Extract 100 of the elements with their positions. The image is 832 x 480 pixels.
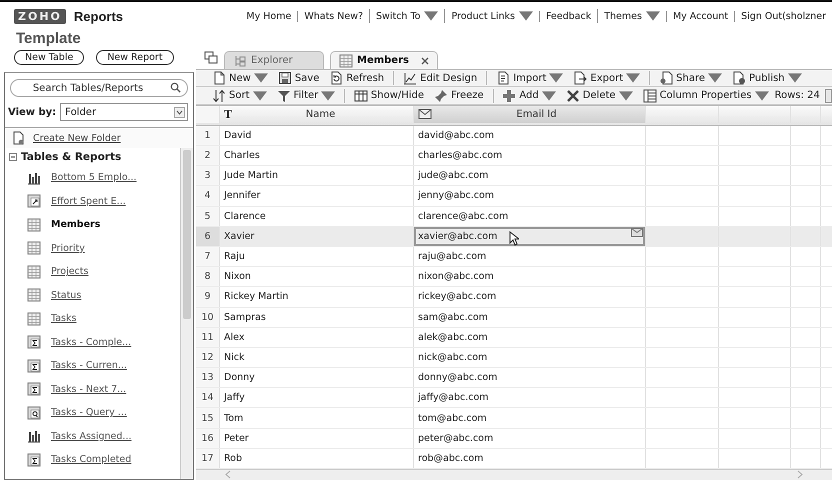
- row-number: 17: [196, 448, 220, 468]
- nav-link[interactable]: My Home: [240, 10, 298, 22]
- nav-link[interactable]: Product Links: [444, 9, 539, 23]
- nav-link[interactable]: Sign Out(sholzner: [734, 10, 832, 22]
- toolbar-button[interactable]: Sort: [208, 88, 270, 103]
- table-cell: jude@abc.com: [414, 166, 646, 186]
- table-icon: [27, 218, 41, 232]
- table-cell: Raju: [220, 246, 414, 266]
- product-name: Reports: [74, 8, 124, 24]
- toolbar-button[interactable]: Column Properties: [638, 88, 773, 103]
- table-row[interactable]: 11 Alex alek@abc.com: [196, 328, 832, 348]
- table-row[interactable]: 8 Nixon nixon@abc.com: [196, 267, 832, 288]
- toolbar-button[interactable]: Add: [498, 88, 560, 103]
- row-number: 7: [196, 246, 220, 266]
- sidebar-item[interactable]: Tasks Completed: [51, 454, 132, 466]
- sidebar-item[interactable]: Priority: [51, 242, 85, 254]
- summary-table-icon: [27, 452, 41, 467]
- column-label: Name: [304, 108, 336, 120]
- sidebar-item[interactable]: Tasks Assigned...: [51, 430, 132, 442]
- toolbar-button[interactable]: Save: [274, 71, 324, 86]
- sidebar-item[interactable]: Tasks: [51, 313, 76, 324]
- table-row[interactable]: 9 Rickey Martin rickey@abc.com: [196, 287, 832, 308]
- table-cell: Rickey Martin: [220, 287, 414, 306]
- tab[interactable]: Explorer: [224, 51, 324, 69]
- toolbar-button[interactable]: Delete: [562, 88, 637, 103]
- table-cell: Sampras: [220, 308, 414, 327]
- row-count: Rows: 24: [774, 90, 821, 102]
- row-number: 2: [196, 146, 220, 166]
- table-cell: Rob: [220, 448, 414, 468]
- nav-link[interactable]: Feedback: [538, 10, 598, 22]
- table-cell: jenny@abc.com: [414, 186, 646, 206]
- view-by-label: View by:: [8, 106, 56, 118]
- horizontal-scrollbar[interactable]: [196, 469, 832, 480]
- sidebar-item[interactable]: Bottom 5 Emplo...: [51, 172, 137, 184]
- search-field[interactable]: Search Tables/Reports: [10, 79, 188, 97]
- folder-label[interactable]: Tables & Reports: [21, 151, 122, 163]
- table-icon: [339, 54, 353, 68]
- table-row[interactable]: 3 Jude Martin jude@abc.com: [196, 166, 832, 186]
- table-cell: jaffy@abc.com: [414, 388, 646, 408]
- table-row[interactable]: 15 Tom tom@abc.com: [196, 408, 832, 429]
- table-cell: Peter: [220, 428, 414, 448]
- toolbar-button[interactable]: Export: [569, 71, 644, 86]
- table-row[interactable]: 13 Donny donny@abc.com: [196, 368, 832, 388]
- sidebar-item[interactable]: Projects: [51, 266, 88, 278]
- table-icon: [27, 312, 41, 326]
- nav-link[interactable]: Switch To: [369, 9, 444, 23]
- toolbar-button[interactable]: Share: [655, 71, 726, 86]
- logo: ZOHO: [14, 8, 66, 24]
- toolbar-button[interactable]: Import: [492, 71, 568, 86]
- sidebar-item[interactable]: Tasks - Next 7...: [51, 384, 126, 395]
- nav-link[interactable]: My Account: [666, 10, 734, 22]
- toolbar-button[interactable]: New Table: [14, 50, 84, 65]
- row-number: 16: [196, 428, 220, 448]
- new-folder-icon: [11, 131, 25, 145]
- table-cell: Tom: [220, 408, 414, 428]
- sidebar-item[interactable]: Effort Spent E...: [51, 196, 126, 207]
- table-row[interactable]: 16 Peter peter@abc.com: [196, 428, 832, 449]
- nav-link[interactable]: Whats New?: [297, 10, 370, 22]
- bar-chart-icon: [27, 429, 41, 444]
- table-row[interactable]: 14 Jaffy jaffy@abc.com: [196, 388, 832, 408]
- toolbar-button[interactable]: Publish: [728, 71, 806, 86]
- table-cell: Jude Martin: [220, 166, 414, 186]
- table-cell: Xavier: [220, 226, 414, 246]
- table-row[interactable]: 2 Charles charles@abc.com: [196, 146, 832, 166]
- workspace-title: Template: [15, 30, 82, 48]
- sidebar-item[interactable]: Status: [51, 290, 82, 301]
- column-label: Email Id: [515, 108, 558, 120]
- toolbar-button[interactable]: Freeze: [430, 88, 488, 103]
- design-icon: [403, 71, 418, 86]
- table-cell: charles@abc.com: [414, 146, 646, 166]
- windows-icon: [204, 51, 218, 65]
- scrollbar[interactable]: [180, 148, 193, 479]
- row-number: 1: [196, 126, 220, 145]
- sidebar-item[interactable]: Members: [51, 219, 100, 230]
- table-row[interactable]: 1 David david@abc.com: [196, 126, 832, 146]
- sidebar-item[interactable]: Tasks - Comple...: [51, 336, 132, 348]
- row-number: 15: [196, 408, 220, 428]
- column-header[interactable]: Email Id: [414, 106, 646, 123]
- table-cell: alek@abc.com: [414, 328, 646, 347]
- row-number: 6: [196, 226, 220, 246]
- toolbar-button[interactable]: New: [208, 71, 272, 86]
- text-type-glyph: T: [224, 106, 232, 122]
- tab[interactable]: Members: [330, 51, 438, 69]
- page-button[interactable]: [824, 88, 832, 103]
- table-row[interactable]: 6 Xavier xavier@abc.com: [196, 226, 832, 247]
- toolbar-button[interactable]: Edit Design: [399, 71, 482, 86]
- table-row[interactable]: 12 Nick nick@abc.com: [196, 348, 832, 368]
- table-cell: david@abc.com: [414, 126, 646, 145]
- sidebar-item[interactable]: Tasks - Curren...: [51, 360, 127, 372]
- table-row[interactable]: 7 Raju raju@abc.com: [196, 246, 832, 268]
- toolbar-button[interactable]: New Report: [96, 50, 174, 65]
- nav-link[interactable]: Themes: [597, 9, 666, 23]
- table-row[interactable]: 4 Jennifer jenny@abc.com: [196, 186, 832, 207]
- sidebar-item[interactable]: Tasks - Query ...: [51, 407, 127, 418]
- table-cell: rickey@abc.com: [414, 287, 646, 306]
- toolbar-button[interactable]: Show/Hide: [350, 88, 428, 103]
- toolbar-button[interactable]: Filter: [272, 88, 340, 103]
- toolbar-button[interactable]: Refresh: [325, 71, 388, 86]
- view-by-dropdown[interactable]: Folder: [60, 103, 188, 121]
- table-row[interactable]: 10 Sampras sam@abc.com: [196, 308, 832, 328]
